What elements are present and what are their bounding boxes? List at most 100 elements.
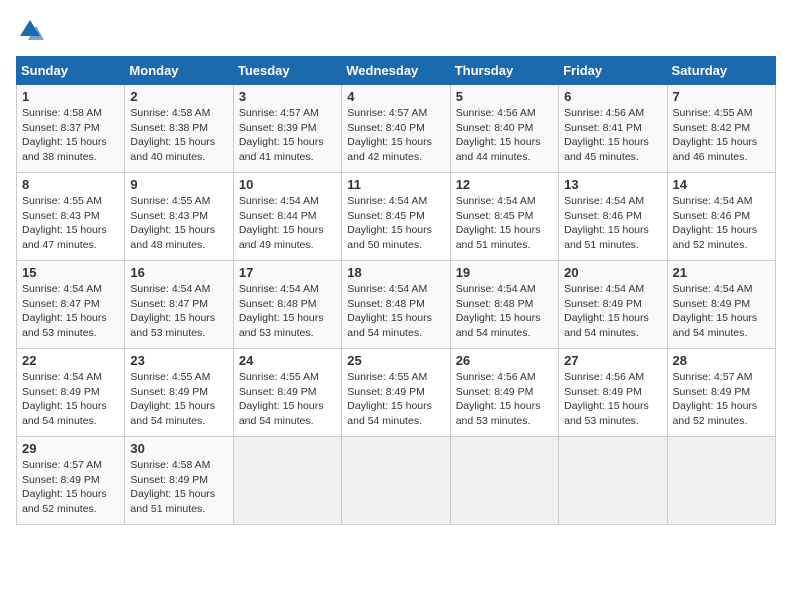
logo-icon [16,16,44,44]
day-number: 21 [673,265,770,280]
day-number: 18 [347,265,444,280]
day-number: 10 [239,177,336,192]
day-info: Sunrise: 4:58 AMSunset: 8:49 PMDaylight:… [130,459,215,515]
calendar-day-cell: 19 Sunrise: 4:54 AMSunset: 8:48 PMDaylig… [450,261,558,349]
day-number: 20 [564,265,661,280]
calendar-day-cell [450,437,558,525]
day-info: Sunrise: 4:56 AMSunset: 8:49 PMDaylight:… [456,371,541,427]
day-info: Sunrise: 4:54 AMSunset: 8:49 PMDaylight:… [673,283,758,339]
day-number: 25 [347,353,444,368]
calendar-day-cell: 9 Sunrise: 4:55 AMSunset: 8:43 PMDayligh… [125,173,233,261]
day-header: Friday [559,57,667,85]
day-info: Sunrise: 4:55 AMSunset: 8:49 PMDaylight:… [130,371,215,427]
day-info: Sunrise: 4:55 AMSunset: 8:49 PMDaylight:… [347,371,432,427]
day-number: 7 [673,89,770,104]
day-number: 6 [564,89,661,104]
day-info: Sunrise: 4:57 AMSunset: 8:49 PMDaylight:… [22,459,107,515]
day-info: Sunrise: 4:54 AMSunset: 8:49 PMDaylight:… [564,283,649,339]
day-header: Sunday [17,57,125,85]
day-info: Sunrise: 4:58 AMSunset: 8:37 PMDaylight:… [22,107,107,163]
calendar-day-cell: 14 Sunrise: 4:54 AMSunset: 8:46 PMDaylig… [667,173,775,261]
calendar-day-cell: 26 Sunrise: 4:56 AMSunset: 8:49 PMDaylig… [450,349,558,437]
calendar-week-row: 29 Sunrise: 4:57 AMSunset: 8:49 PMDaylig… [17,437,776,525]
day-number: 24 [239,353,336,368]
day-info: Sunrise: 4:54 AMSunset: 8:45 PMDaylight:… [456,195,541,251]
calendar-day-cell: 21 Sunrise: 4:54 AMSunset: 8:49 PMDaylig… [667,261,775,349]
day-number: 11 [347,177,444,192]
calendar-day-cell: 20 Sunrise: 4:54 AMSunset: 8:49 PMDaylig… [559,261,667,349]
calendar-day-cell: 18 Sunrise: 4:54 AMSunset: 8:48 PMDaylig… [342,261,450,349]
day-number: 28 [673,353,770,368]
calendar-day-cell: 8 Sunrise: 4:55 AMSunset: 8:43 PMDayligh… [17,173,125,261]
calendar-week-row: 15 Sunrise: 4:54 AMSunset: 8:47 PMDaylig… [17,261,776,349]
logo [16,16,48,44]
calendar-table: SundayMondayTuesdayWednesdayThursdayFrid… [16,56,776,525]
day-info: Sunrise: 4:54 AMSunset: 8:44 PMDaylight:… [239,195,324,251]
calendar-day-cell: 28 Sunrise: 4:57 AMSunset: 8:49 PMDaylig… [667,349,775,437]
day-number: 30 [130,441,227,456]
day-number: 16 [130,265,227,280]
day-number: 22 [22,353,119,368]
calendar-week-row: 22 Sunrise: 4:54 AMSunset: 8:49 PMDaylig… [17,349,776,437]
calendar-day-cell: 13 Sunrise: 4:54 AMSunset: 8:46 PMDaylig… [559,173,667,261]
calendar-day-cell: 7 Sunrise: 4:55 AMSunset: 8:42 PMDayligh… [667,85,775,173]
day-number: 14 [673,177,770,192]
day-number: 4 [347,89,444,104]
day-header: Monday [125,57,233,85]
calendar-day-cell: 12 Sunrise: 4:54 AMSunset: 8:45 PMDaylig… [450,173,558,261]
day-info: Sunrise: 4:56 AMSunset: 8:40 PMDaylight:… [456,107,541,163]
day-number: 26 [456,353,553,368]
calendar-day-cell: 10 Sunrise: 4:54 AMSunset: 8:44 PMDaylig… [233,173,341,261]
calendar-day-cell: 24 Sunrise: 4:55 AMSunset: 8:49 PMDaylig… [233,349,341,437]
calendar-day-cell: 1 Sunrise: 4:58 AMSunset: 8:37 PMDayligh… [17,85,125,173]
day-number: 19 [456,265,553,280]
day-info: Sunrise: 4:56 AMSunset: 8:49 PMDaylight:… [564,371,649,427]
day-info: Sunrise: 4:57 AMSunset: 8:39 PMDaylight:… [239,107,324,163]
day-number: 3 [239,89,336,104]
calendar-day-cell: 3 Sunrise: 4:57 AMSunset: 8:39 PMDayligh… [233,85,341,173]
day-info: Sunrise: 4:55 AMSunset: 8:42 PMDaylight:… [673,107,758,163]
day-number: 8 [22,177,119,192]
day-info: Sunrise: 4:54 AMSunset: 8:48 PMDaylight:… [347,283,432,339]
calendar-day-cell: 16 Sunrise: 4:54 AMSunset: 8:47 PMDaylig… [125,261,233,349]
calendar-day-cell: 27 Sunrise: 4:56 AMSunset: 8:49 PMDaylig… [559,349,667,437]
day-number: 5 [456,89,553,104]
calendar-week-row: 8 Sunrise: 4:55 AMSunset: 8:43 PMDayligh… [17,173,776,261]
day-number: 13 [564,177,661,192]
day-number: 23 [130,353,227,368]
calendar-day-cell: 23 Sunrise: 4:55 AMSunset: 8:49 PMDaylig… [125,349,233,437]
day-info: Sunrise: 4:57 AMSunset: 8:49 PMDaylight:… [673,371,758,427]
day-info: Sunrise: 4:54 AMSunset: 8:49 PMDaylight:… [22,371,107,427]
day-header: Thursday [450,57,558,85]
day-number: 12 [456,177,553,192]
page-header [16,16,776,44]
calendar-day-cell: 15 Sunrise: 4:54 AMSunset: 8:47 PMDaylig… [17,261,125,349]
day-info: Sunrise: 4:54 AMSunset: 8:46 PMDaylight:… [564,195,649,251]
day-info: Sunrise: 4:55 AMSunset: 8:49 PMDaylight:… [239,371,324,427]
calendar-day-cell: 2 Sunrise: 4:58 AMSunset: 8:38 PMDayligh… [125,85,233,173]
day-info: Sunrise: 4:54 AMSunset: 8:46 PMDaylight:… [673,195,758,251]
day-number: 17 [239,265,336,280]
calendar-day-cell [233,437,341,525]
day-info: Sunrise: 4:57 AMSunset: 8:40 PMDaylight:… [347,107,432,163]
day-number: 27 [564,353,661,368]
day-number: 15 [22,265,119,280]
calendar-day-cell: 22 Sunrise: 4:54 AMSunset: 8:49 PMDaylig… [17,349,125,437]
day-info: Sunrise: 4:54 AMSunset: 8:47 PMDaylight:… [22,283,107,339]
day-info: Sunrise: 4:54 AMSunset: 8:48 PMDaylight:… [239,283,324,339]
calendar-day-cell: 6 Sunrise: 4:56 AMSunset: 8:41 PMDayligh… [559,85,667,173]
day-info: Sunrise: 4:56 AMSunset: 8:41 PMDaylight:… [564,107,649,163]
day-info: Sunrise: 4:54 AMSunset: 8:48 PMDaylight:… [456,283,541,339]
day-header: Tuesday [233,57,341,85]
calendar-day-cell: 25 Sunrise: 4:55 AMSunset: 8:49 PMDaylig… [342,349,450,437]
day-header: Saturday [667,57,775,85]
day-info: Sunrise: 4:58 AMSunset: 8:38 PMDaylight:… [130,107,215,163]
day-header: Wednesday [342,57,450,85]
day-number: 9 [130,177,227,192]
calendar-day-cell [559,437,667,525]
calendar-day-cell: 30 Sunrise: 4:58 AMSunset: 8:49 PMDaylig… [125,437,233,525]
day-number: 29 [22,441,119,456]
calendar-day-cell [342,437,450,525]
day-info: Sunrise: 4:54 AMSunset: 8:47 PMDaylight:… [130,283,215,339]
calendar-day-cell: 4 Sunrise: 4:57 AMSunset: 8:40 PMDayligh… [342,85,450,173]
